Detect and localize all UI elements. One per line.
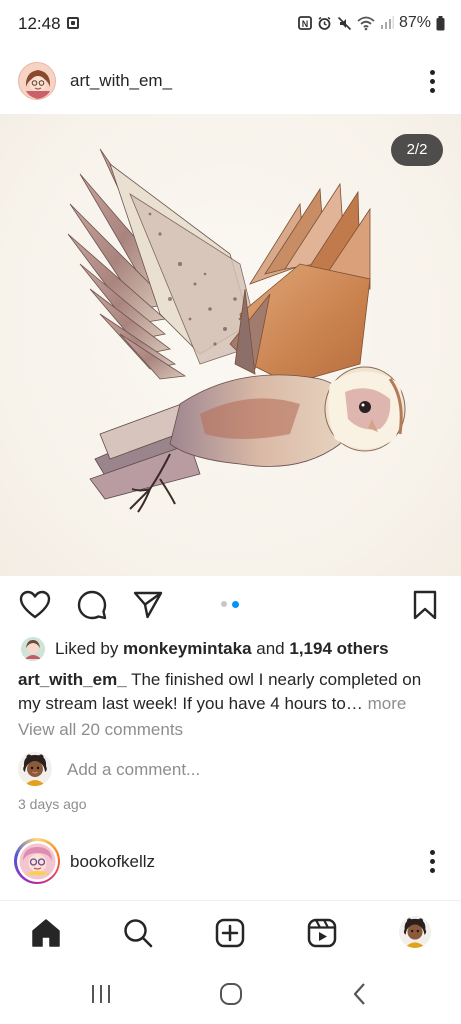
liked-by-text: Liked by monkeymintaka and 1,194 others	[55, 639, 389, 659]
status-bar: 12:48 N 87%	[0, 0, 461, 50]
carousel-dot-active	[232, 600, 239, 608]
signal-icon	[380, 16, 394, 29]
back-icon[interactable]	[350, 982, 370, 1006]
recents-icon[interactable]	[90, 983, 112, 1005]
post-author-avatar[interactable]	[18, 62, 56, 100]
owl-collage-artwork	[67, 148, 406, 513]
wifi-icon	[357, 16, 375, 30]
liked-by-others[interactable]: 1,194 others	[289, 639, 388, 658]
right-wing	[229, 182, 371, 385]
next-post-avatar-illustration	[16, 840, 58, 882]
caption-username[interactable]: art_with_em_	[18, 670, 127, 689]
next-post-username[interactable]: bookofkellz	[70, 852, 155, 872]
post-options-icon[interactable]	[421, 68, 445, 96]
save-bookmark-icon[interactable]	[412, 590, 438, 620]
liker-avatar-illustration	[21, 637, 45, 661]
home-icon[interactable]	[31, 918, 61, 948]
profile-avatar-illustration	[399, 916, 431, 948]
nfc-icon: N	[298, 16, 312, 30]
liker-avatar	[21, 637, 45, 661]
carousel-dot	[221, 601, 227, 607]
profile-avatar[interactable]	[399, 916, 431, 948]
add-comment-input[interactable]: Add a comment...	[67, 760, 200, 780]
alarm-icon	[318, 16, 331, 30]
post-caption: art_with_em_ The finished owl I nearly c…	[18, 668, 448, 716]
image-counter: 2/2	[391, 134, 443, 166]
system-navigation-bar	[0, 964, 461, 1024]
carousel-indicator	[221, 600, 239, 608]
new-post-icon[interactable]	[215, 918, 245, 948]
comment-icon[interactable]	[77, 590, 107, 620]
post-image[interactable]: 2/2	[0, 114, 461, 576]
home-circle-icon[interactable]	[219, 982, 243, 1006]
owl-head	[324, 366, 406, 452]
post-timestamp: 3 days ago	[18, 796, 87, 812]
liked-by-prefix: Liked by	[55, 639, 124, 658]
search-icon[interactable]	[123, 918, 153, 948]
bottom-navigation	[0, 900, 461, 964]
view-all-comments-link[interactable]: View all 20 comments	[18, 720, 183, 740]
share-send-icon[interactable]	[133, 590, 163, 620]
battery-percent: 87%	[398, 14, 431, 31]
caption-more-link[interactable]: more	[363, 694, 407, 713]
post-header: art_with_em_	[0, 50, 461, 114]
post-author-username[interactable]: art_with_em_	[70, 71, 172, 91]
status-time: 12:48	[18, 14, 61, 33]
current-user-avatar-illustration	[18, 752, 52, 786]
reels-icon[interactable]	[307, 918, 337, 948]
notification-icon	[67, 17, 79, 29]
svg-text:N: N	[302, 19, 309, 29]
liked-by-and: and	[251, 639, 290, 658]
next-post-avatar[interactable]	[14, 838, 60, 884]
avatar-illustration	[19, 63, 55, 99]
liked-by-user[interactable]: monkeymintaka	[123, 639, 252, 658]
post-actions	[0, 578, 461, 632]
mute-icon	[337, 16, 352, 30]
like-heart-icon[interactable]	[19, 590, 51, 620]
status-icons: N 87%	[298, 14, 445, 32]
current-user-avatar	[18, 752, 52, 786]
liked-by-row[interactable]: Liked by monkeymintaka and 1,194 others	[0, 636, 461, 662]
battery-icon	[436, 15, 445, 30]
next-post-options-icon[interactable]	[421, 848, 445, 876]
